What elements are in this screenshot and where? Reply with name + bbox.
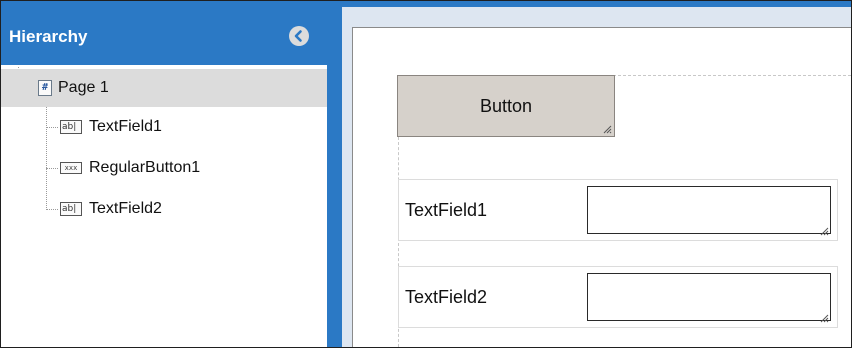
tree-item-label: Page 1 [58,79,109,96]
button-label: Button [479,96,533,116]
textfield-1-input[interactable] [587,186,831,234]
designer-window: Hierarchy # Page 1 ab| TextField1 xxx Re… [0,0,852,348]
resize-grip-icon[interactable] [819,313,829,323]
hierarchy-panel: Hierarchy # Page 1 ab| TextField1 xxx Re… [1,1,327,347]
textfield-2-label: TextField2 [405,287,488,307]
hierarchy-title: Hierarchy [9,27,88,46]
tree-item-label: RegularButton1 [89,159,201,176]
alignment-guide [613,75,851,76]
tree-item-textfield1[interactable]: ab| TextField1 [1,108,327,146]
text-field-icon: ab| [60,202,82,216]
tree-item-regularbutton1[interactable]: xxx RegularButton1 [1,149,327,187]
canvas-top-border [342,1,851,7]
collapse-panel-button[interactable] [289,26,309,46]
panel-splitter[interactable] [327,1,342,347]
tree-item-page-1[interactable]: # Page 1 [1,69,327,107]
tree-item-textfield2[interactable]: ab| TextField2 [1,190,327,228]
page-icon: # [38,80,52,96]
tree-item-label: TextField2 [89,200,162,217]
textfield-2[interactable]: TextField2 [398,266,838,328]
textfield-1[interactable]: TextField1 [398,179,838,241]
tree-item-label: TextField1 [89,118,162,135]
chevron-left-icon [294,30,302,42]
hierarchy-header: Hierarchy [1,1,327,65]
regular-button-1[interactable]: Button [397,75,615,137]
text-field-icon: ab| [60,120,82,134]
textfield-1-label: TextField1 [405,200,488,220]
resize-grip-icon[interactable] [602,124,612,134]
resize-grip-icon[interactable] [819,226,829,236]
textfield-2-input[interactable] [587,273,831,321]
button-icon: xxx [60,162,82,174]
